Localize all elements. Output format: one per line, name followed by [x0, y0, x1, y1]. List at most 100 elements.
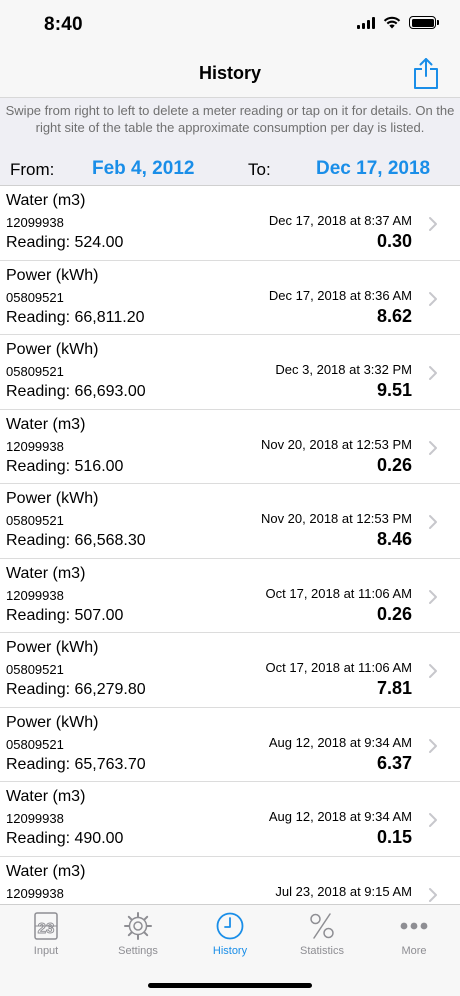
meter-name: Power (kWh) [6, 490, 99, 507]
tab-label: History [212, 945, 248, 957]
chevron-right-icon [429, 440, 437, 455]
tab-input[interactable]: 23 Input [0, 911, 92, 967]
tab-bar: 23 Input Settings History Statistics Mor… [0, 904, 460, 996]
meter-serial: 12099938 [6, 438, 64, 454]
percent-icon [310, 913, 334, 939]
reading-date: Aug 12, 2018 at 9:34 AM [268, 734, 412, 750]
date-range: From: Feb 4, 2012 To: Dec 17, 2018 [0, 158, 460, 182]
reading-row[interactable]: Power (kWh) 05809521 Reading: 66,693.00 … [0, 335, 460, 410]
meter-serial: 05809521 [6, 513, 64, 528]
meter-name: Water (m3) [6, 564, 86, 582]
chevron-right-icon [429, 217, 437, 231]
tab-settings[interactable]: Settings [92, 911, 184, 967]
reading-date: Oct 17, 2018 at 11:06 AM [265, 660, 412, 675]
meter-reading: Reading: 490.00 [6, 830, 124, 847]
tab-history[interactable]: History [184, 911, 276, 967]
meter-serial: 05809521 [6, 289, 64, 305]
home-indicator[interactable] [148, 983, 312, 988]
reading-date: Dec 17, 2018 at 8:36 AM [268, 287, 412, 303]
reading-date: Dec 3, 2018 at 3:32 PM [275, 362, 412, 377]
reading-row[interactable]: Water (m3) 12099938 Reading: 490.00 Aug … [0, 782, 460, 857]
tab-label: More [401, 945, 427, 957]
daily-consumption: 0.26 [376, 454, 412, 475]
info-text: Swipe from right to left to delete a met… [5, 103, 455, 135]
tab-label: Statistics [299, 945, 344, 957]
meter-serial: 05809521 [6, 736, 64, 752]
meter-serial: 12099938 [6, 811, 64, 826]
reading-row[interactable]: Water (m3) 12099938 Reading: 507.00 Oct … [0, 559, 460, 633]
meter-name: Power (kWh) [6, 341, 99, 358]
daily-consumption: 7.81 [376, 678, 412, 698]
chevron-right-icon [429, 515, 437, 529]
tab-more[interactable]: More [368, 911, 460, 967]
meter-serial: 12099938 [6, 215, 64, 230]
info-panel: Swipe from right to left to delete a met… [0, 98, 460, 186]
reading-row[interactable]: Power (kWh) 05809521 Reading: 66,279.80 … [0, 633, 460, 708]
reading-date: Nov 20, 2018 at 12:53 PM [260, 511, 412, 526]
reading-row[interactable]: Power (kWh) 05809521 Reading: 66,568.30 … [0, 484, 460, 559]
meter-name: Power (kWh) [6, 266, 99, 284]
more-dots-icon [400, 922, 428, 930]
tab-label: Input [33, 945, 59, 957]
meter-serial: 12099938 [6, 885, 64, 901]
status-bar: 8:40 [0, 0, 460, 50]
meter-name: Power (kWh) [6, 713, 99, 731]
reading-row[interactable]: Water (m3) 12099938 Reading: 516.00 Nov … [0, 410, 460, 484]
readings-list[interactable]: Water (m3) 12099938 Reading: 524.00 Dec … [0, 186, 460, 904]
meter-reading: Reading: 66,279.80 [6, 681, 146, 698]
to-date-button[interactable]: Dec 17, 2018 [316, 158, 430, 180]
from-label: From: [10, 160, 55, 179]
calendar-23-icon: 23 [34, 912, 58, 940]
navigation-bar: History [0, 50, 460, 98]
chevron-right-icon [429, 664, 437, 678]
meter-reading: Reading: 66,568.30 [6, 532, 146, 549]
meter-name: Power (kWh) [6, 639, 99, 656]
reading-row[interactable]: Power (kWh) 05809521 Reading: 66,811.20 … [0, 261, 460, 335]
meter-reading: Reading: 524.00 [6, 234, 124, 251]
reading-date: Jul 23, 2018 at 9:15 AM [275, 883, 412, 899]
meter-serial: 12099938 [6, 587, 64, 603]
to-label: To: [248, 160, 271, 179]
page-title: History [198, 63, 261, 83]
status-icons [357, 16, 439, 29]
tab-label: Settings [118, 945, 158, 957]
meter-reading: Reading: 516.00 [6, 457, 124, 475]
daily-consumption: 6.37 [376, 752, 412, 773]
chevron-right-icon [429, 738, 437, 753]
meter-reading: Reading: 65,763.70 [6, 755, 146, 773]
daily-consumption: 9.51 [376, 380, 412, 400]
daily-consumption: 8.46 [376, 529, 412, 549]
chevron-right-icon [429, 887, 437, 902]
reading-row[interactable]: Water (m3) 12099938 Jul 23, 2018 at 9:15… [0, 857, 460, 905]
meter-name: Water (m3) [6, 788, 86, 805]
reading-date: Aug 12, 2018 at 9:34 AM [268, 809, 412, 824]
reading-date: Oct 17, 2018 at 11:06 AM [265, 585, 412, 601]
daily-consumption: 8.62 [376, 305, 412, 326]
battery-icon [409, 16, 439, 29]
meter-reading: Reading: 507.00 [6, 606, 124, 624]
chevron-right-icon [429, 366, 437, 380]
meter-reading: Reading: 66,811.20 [6, 308, 145, 326]
clock-icon [216, 912, 244, 940]
daily-consumption: 0.26 [376, 603, 412, 624]
status-time: 8:40 [44, 14, 83, 35]
gear-icon [124, 912, 152, 940]
cellular-signal-icon [357, 16, 375, 29]
meter-name: Water (m3) [6, 415, 86, 433]
tab-statistics[interactable]: Statistics [276, 911, 368, 967]
meter-reading: Reading: 66,693.00 [6, 383, 146, 400]
reading-row[interactable]: Water (m3) 12099938 Reading: 524.00 Dec … [0, 186, 460, 261]
reading-date: Dec 17, 2018 at 8:37 AM [268, 213, 412, 228]
daily-consumption: 0.15 [376, 827, 412, 847]
meter-serial: 05809521 [6, 364, 64, 379]
meter-name: Water (m3) [6, 192, 86, 209]
reading-row[interactable]: Power (kWh) 05809521 Reading: 65,763.70 … [0, 708, 460, 782]
daily-consumption: 0.30 [376, 231, 412, 251]
chevron-right-icon [429, 813, 437, 827]
share-icon[interactable] [412, 56, 440, 90]
meter-serial: 05809521 [6, 662, 64, 677]
wifi-icon [383, 16, 401, 29]
reading-date: Nov 20, 2018 at 12:53 PM [260, 436, 412, 452]
chevron-right-icon [429, 291, 437, 306]
from-date-button[interactable]: Feb 4, 2012 [92, 158, 194, 180]
